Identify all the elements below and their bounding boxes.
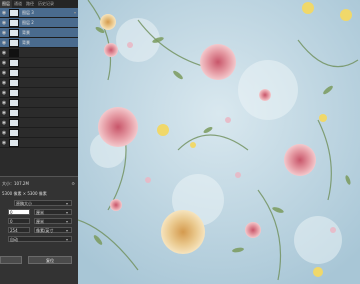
floral-wallpaper-image <box>78 0 360 284</box>
eye-icon[interactable]: ◉ <box>1 40 7 46</box>
height-unit-select[interactable]: 厘米 ▾ <box>34 218 72 224</box>
tab-paths[interactable]: 路径 <box>24 0 36 8</box>
layer-thumbnail <box>9 88 19 97</box>
resolution-unit-value: 像素/英寸 <box>36 228 54 233</box>
layer-thumbnail <box>9 28 19 37</box>
layer-thumbnail <box>9 18 19 27</box>
layers-panel: 图层 通道 路径 历史记录 ◉ 图层 3 ▾ ◉ 图层 2 ◉ 背景 ◉ 背景 … <box>0 0 78 284</box>
eye-icon[interactable]: ◉ <box>1 20 7 26</box>
ok-button[interactable] <box>0 256 22 264</box>
eye-icon[interactable]: ◉ <box>1 70 7 76</box>
layer-thumbnail <box>9 48 19 57</box>
tab-channels[interactable]: 通道 <box>12 0 24 8</box>
layer-row[interactable]: ◉ <box>0 118 78 128</box>
size-label: 大小：107.2M <box>2 181 29 186</box>
chevron-down-icon: ▾ <box>65 210 68 215</box>
width-value: 0 <box>10 210 13 215</box>
layer-name: 图层 3 <box>22 9 34 15</box>
chevron-down-icon: ▾ <box>65 228 68 233</box>
chevron-down-icon: ▾ <box>65 219 68 224</box>
layer-row[interactable]: ◉ <box>0 88 78 98</box>
reset-button[interactable]: 复位 <box>28 256 72 264</box>
layer-thumbnail <box>9 68 19 77</box>
layer-list: ◉ 图层 3 ▾ ◉ 图层 2 ◉ 背景 ◉ 背景 ◉ ◉ ◉ ◉ ◉ ◉ ◉ … <box>0 8 78 148</box>
height-value: 0 <box>10 219 13 224</box>
fit-to-value: 原稿大小 <box>16 201 32 206</box>
resample-select[interactable]: 自动 ▾ <box>8 236 72 242</box>
layer-thumbnail <box>9 118 19 127</box>
layer-row[interactable]: ◉ <box>0 138 78 148</box>
layer-row[interactable]: ◉ <box>0 68 78 78</box>
eye-icon[interactable]: ◉ <box>1 90 7 96</box>
image-size-dialog: 大小：107.2M ⚙ 5300 像素 × 5300 像素 原稿大小 ▾ 0 厘… <box>0 176 78 284</box>
resolution-value: 254 <box>10 228 18 233</box>
layer-thumbnail <box>9 98 19 107</box>
width-input[interactable]: 0 <box>8 209 30 215</box>
layer-row[interactable]: ◉ 背景 <box>0 28 78 38</box>
height-input[interactable]: 0 <box>8 218 30 224</box>
eye-icon[interactable]: ◉ <box>1 50 7 56</box>
chevron-down-icon: ▾ <box>65 237 68 242</box>
resolution-unit-select[interactable]: 像素/英寸 ▾ <box>34 227 72 233</box>
layer-name: 背景 <box>22 39 30 45</box>
layer-row[interactable]: ◉ <box>0 128 78 138</box>
gear-icon[interactable]: ⚙ <box>71 181 75 186</box>
layer-thumbnail <box>9 108 19 117</box>
layer-thumbnail <box>9 38 19 47</box>
layer-name: 图层 2 <box>22 19 34 25</box>
layer-row[interactable]: ◉ 图层 2 <box>0 18 78 28</box>
layer-thumbnail <box>9 128 19 137</box>
width-unit-value: 厘米 <box>36 210 44 215</box>
tab-layers[interactable]: 图层 <box>0 0 12 8</box>
eye-icon[interactable]: ◉ <box>1 140 7 146</box>
height-unit-value: 厘米 <box>36 219 44 224</box>
dimensions-label: 5300 像素 × 5300 像素 <box>2 191 47 196</box>
eye-icon[interactable]: ◉ <box>1 100 7 106</box>
tab-history[interactable]: 历史记录 <box>36 0 56 8</box>
layer-row[interactable]: ◉ <box>0 48 78 58</box>
eye-icon[interactable]: ◉ <box>1 130 7 136</box>
eye-icon[interactable]: ◉ <box>1 60 7 66</box>
layer-row[interactable]: ◉ 背景 <box>0 38 78 48</box>
layer-thumbnail <box>9 8 19 17</box>
layer-row[interactable]: ◉ <box>0 78 78 88</box>
eye-icon[interactable]: ◉ <box>1 110 7 116</box>
width-unit-select[interactable]: 厘米 ▾ <box>34 209 72 215</box>
layer-name: 背景 <box>22 29 30 35</box>
eye-icon[interactable]: ◉ <box>1 10 7 16</box>
layer-row[interactable]: ◉ <box>0 98 78 108</box>
layer-row[interactable]: ◉ <box>0 58 78 68</box>
resample-value: 自动 <box>10 237 18 242</box>
document-canvas[interactable] <box>78 0 360 284</box>
layer-thumbnail <box>9 58 19 67</box>
layer-row[interactable]: ◉ <box>0 108 78 118</box>
resolution-input[interactable]: 254 <box>8 227 30 233</box>
fit-to-select[interactable]: 原稿大小 ▾ <box>14 200 72 206</box>
eye-icon[interactable]: ◉ <box>1 120 7 126</box>
eye-icon[interactable]: ◉ <box>1 80 7 86</box>
fx-icon: ▾ <box>73 10 76 15</box>
layer-thumbnail <box>9 78 19 87</box>
layer-row[interactable]: ◉ 图层 3 ▾ <box>0 8 78 18</box>
eye-icon[interactable]: ◉ <box>1 30 7 36</box>
layer-thumbnail <box>9 138 19 147</box>
chevron-down-icon: ▾ <box>65 201 68 206</box>
